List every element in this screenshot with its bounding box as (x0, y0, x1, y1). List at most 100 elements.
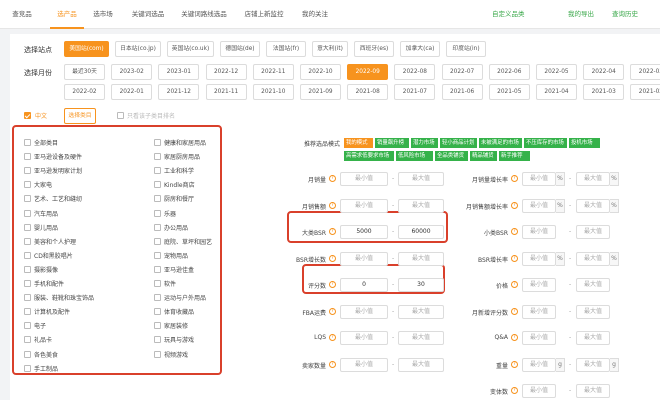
category-checkbox[interactable] (24, 280, 31, 287)
site-option[interactable]: 意大利(it) (312, 41, 348, 57)
category-checkbox[interactable] (154, 280, 161, 287)
month-option[interactable]: 2021-08 (347, 84, 389, 100)
max-input[interactable]: 60000 (398, 225, 444, 239)
month-option[interactable]: 2023-02 (111, 64, 153, 80)
month-option[interactable]: 2023-01 (158, 64, 200, 80)
min-input[interactable]: 最小值 (340, 304, 388, 319)
mode-tag[interactable]: 低风险市场 (396, 151, 433, 161)
month-option[interactable]: 2021-02 (630, 84, 660, 100)
month-option[interactable]: 2022-01 (111, 84, 153, 100)
max-input[interactable]: 最大值 (398, 331, 444, 345)
mode-tag[interactable]: 全品类铺货 (435, 151, 468, 161)
month-option[interactable]: 2021-05 (488, 84, 530, 100)
max-input[interactable]: 最大值 (576, 331, 610, 345)
lang-checkbox[interactable] (24, 112, 31, 119)
min-input[interactable]: 最小值 (522, 384, 556, 398)
tab-keyword-route[interactable]: 关键词路线选品 (176, 0, 232, 29)
month-option[interactable]: 2021-06 (441, 84, 483, 100)
category-checkbox[interactable] (24, 308, 31, 316)
mode-tag[interactable]: 我的模式 (344, 138, 373, 148)
min-input[interactable]: 最小值 (522, 251, 556, 266)
min-input[interactable]: 最小值 (522, 357, 556, 372)
min-input[interactable]: 最小值 (340, 198, 388, 213)
min-input[interactable]: 最小值 (522, 172, 556, 186)
min-input[interactable]: 最小值 (522, 304, 556, 319)
max-input[interactable]: 最大值 (576, 251, 610, 266)
month-option[interactable]: 2022-07 (441, 64, 483, 80)
mode-tag[interactable]: 潜力市场 (411, 138, 438, 148)
category-checkbox[interactable] (24, 322, 31, 330)
min-input[interactable]: 0 (340, 278, 388, 292)
category-checkbox[interactable] (24, 251, 31, 259)
tab-select-product[interactable]: 选产品 (50, 0, 84, 29)
category-checkbox[interactable] (154, 195, 161, 203)
category-checkbox[interactable] (154, 153, 161, 161)
month-option[interactable]: 2022-05 (536, 64, 577, 80)
site-option[interactable]: 法国站(fr) (266, 41, 306, 57)
category-checkbox[interactable] (24, 223, 31, 231)
max-input[interactable]: 最大值 (398, 172, 444, 186)
month-option[interactable]: 最近30天 (64, 64, 105, 80)
max-input[interactable]: 最大值 (576, 225, 610, 239)
min-input[interactable]: 最小值 (522, 331, 556, 345)
category-checkbox[interactable] (24, 364, 31, 372)
max-input[interactable]: 30 (398, 278, 444, 292)
month-option[interactable]: 2021-10 (252, 84, 294, 100)
month-option[interactable]: 2022-08 (394, 64, 436, 80)
mode-tag[interactable]: 高需求低要求市场 (344, 151, 394, 161)
max-input[interactable]: 最大值 (576, 198, 610, 213)
site-option[interactable]: 日本站(co.jp) (115, 41, 161, 57)
min-input[interactable]: 最小值 (340, 331, 388, 345)
month-option[interactable]: 2022-03 (630, 64, 660, 80)
site-option[interactable]: 西班牙(es) (354, 41, 394, 57)
category-checkbox[interactable] (24, 209, 31, 217)
month-option[interactable]: 2021-03 (583, 84, 625, 100)
max-input[interactable]: 最大值 (576, 278, 610, 292)
category-checkbox[interactable] (154, 139, 161, 146)
category-checkbox[interactable] (24, 237, 31, 245)
month-option[interactable]: 2022-02 (64, 84, 105, 100)
site-option[interactable]: 德国站(de) (220, 41, 260, 57)
min-input[interactable]: 最小值 (522, 278, 556, 292)
tab-keyword-select[interactable]: 关键词选品 (126, 0, 170, 29)
category-checkbox[interactable] (154, 223, 161, 231)
category-checkbox[interactable] (154, 308, 161, 316)
mode-tag[interactable]: 投机市场 (569, 138, 600, 148)
max-input[interactable]: 最大值 (576, 304, 610, 319)
mode-tag[interactable]: 不压库存的市场 (524, 138, 567, 148)
month-option[interactable]: 2021-12 (158, 84, 200, 100)
min-input[interactable]: 5000 (340, 225, 388, 239)
tab-select-market[interactable]: 选市场 (88, 0, 118, 29)
month-option[interactable]: 2022-10 (300, 64, 341, 80)
query-history-link[interactable]: 查询历史 (612, 0, 638, 29)
sub-rank-checkbox[interactable] (117, 112, 124, 119)
min-input[interactable]: 最小值 (522, 225, 556, 239)
max-input[interactable]: 最大值 (398, 304, 444, 319)
tab-my-follow[interactable]: 我的关注 (300, 0, 330, 29)
category-checkbox[interactable] (154, 336, 161, 344)
min-input[interactable]: 最小值 (522, 198, 556, 213)
max-input[interactable]: 最大值 (398, 357, 444, 372)
mode-tag[interactable]: 精品铺货 (470, 151, 497, 161)
category-checkbox[interactable] (154, 265, 161, 273)
category-checkbox[interactable] (154, 322, 161, 330)
category-checkbox[interactable] (154, 350, 161, 358)
category-checkbox[interactable] (24, 139, 31, 146)
mode-tag[interactable]: 未被满足的市场 (479, 138, 522, 148)
month-option[interactable]: 2022-12 (205, 64, 247, 80)
month-option[interactable]: 2021-07 (394, 84, 436, 100)
month-option[interactable]: 2021-09 (300, 84, 341, 100)
category-checkbox[interactable] (154, 209, 161, 217)
category-checkbox[interactable] (24, 195, 31, 203)
site-option[interactable]: 加拿大(ca) (400, 41, 440, 57)
custom-category-link[interactable]: 自定义品类 (492, 0, 525, 29)
category-checkbox[interactable] (154, 294, 161, 302)
mode-tag[interactable]: 新手推荐 (499, 151, 530, 161)
mode-tag[interactable]: 轻小商品计划 (440, 138, 477, 148)
min-input[interactable]: 最小值 (340, 357, 388, 372)
mode-tag[interactable]: 销量飙升榜 (375, 138, 409, 148)
category-checkbox[interactable] (24, 167, 31, 175)
month-option[interactable]: 2022-11 (252, 64, 294, 80)
select-category-button[interactable]: 选择类目 (64, 108, 96, 124)
category-checkbox[interactable] (154, 167, 161, 175)
